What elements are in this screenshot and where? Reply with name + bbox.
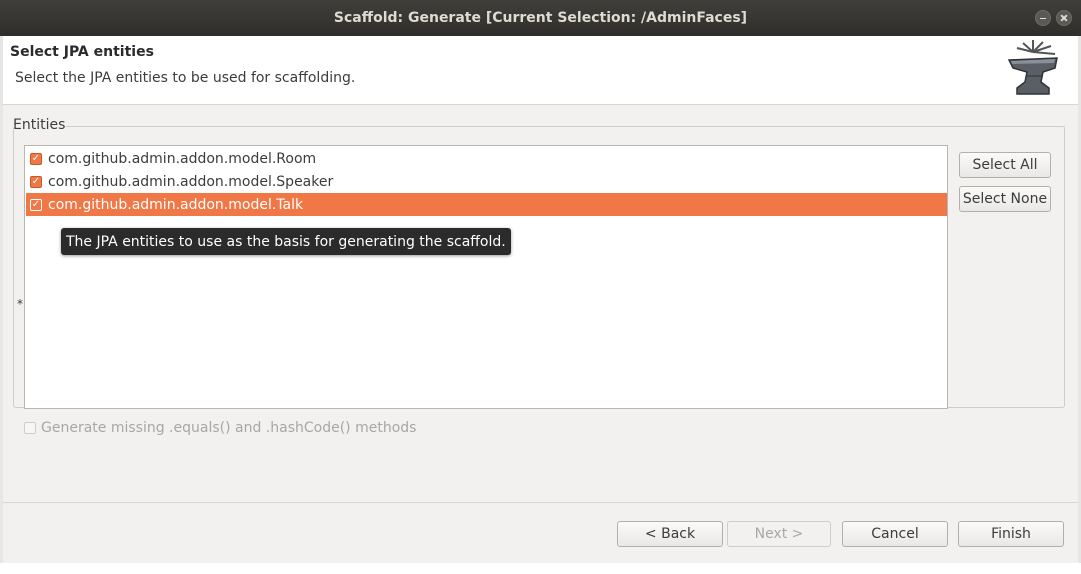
list-item[interactable]: ✓ com.github.admin.addon.model.Room	[26, 147, 947, 170]
page-title: Select JPA entities	[10, 44, 154, 60]
entities-tooltip: The JPA entities to use as the basis for…	[61, 228, 511, 255]
window-frame-left	[0, 36, 3, 563]
finish-button[interactable]: Finish	[958, 521, 1064, 547]
checkbox-checked-icon[interactable]: ✓	[30, 152, 42, 165]
window-titlebar: Scaffold: Generate [Current Selection: /…	[0, 0, 1081, 36]
entities-group-border	[66, 126, 1065, 127]
entity-label: com.github.admin.addon.model.Talk	[48, 196, 304, 213]
required-marker: *	[17, 297, 23, 311]
cancel-button[interactable]: Cancel	[842, 521, 948, 547]
wizard-header: Select JPA entities Select the JPA entit…	[3, 36, 1078, 105]
checkbox-checked-icon[interactable]: ✓	[30, 175, 42, 188]
entity-label: com.github.admin.addon.model.Room	[48, 150, 317, 167]
generate-methods-option[interactable]: Generate missing .equals() and .hashCode…	[24, 420, 416, 436]
minimize-icon[interactable]	[1035, 10, 1051, 26]
page-description: Select the JPA entities to be used for s…	[15, 70, 356, 86]
select-none-button[interactable]: Select None	[959, 186, 1051, 212]
window-bottom-edge	[0, 563, 1081, 574]
close-icon[interactable]	[1056, 10, 1072, 26]
footer-separator	[3, 502, 1078, 503]
list-item[interactable]: ✓ com.github.admin.addon.model.Speaker	[26, 170, 947, 193]
checkbox-checked-icon[interactable]: ✓	[30, 198, 42, 211]
window-title: Scaffold: Generate [Current Selection: /…	[333, 10, 748, 26]
next-button[interactable]: Next >	[727, 521, 831, 547]
entities-list[interactable]: ✓ com.github.admin.addon.model.Room ✓ co…	[24, 145, 948, 409]
select-all-button[interactable]: Select All	[959, 152, 1051, 178]
entity-label: com.github.admin.addon.model.Speaker	[48, 173, 334, 190]
back-button[interactable]: < Back	[617, 521, 723, 547]
generate-methods-checkbox[interactable]	[24, 422, 36, 434]
list-item-selected[interactable]: ✓ com.github.admin.addon.model.Talk	[26, 193, 947, 216]
generate-methods-label: Generate missing .equals() and .hashCode…	[41, 420, 417, 436]
anvil-icon	[1007, 40, 1058, 95]
